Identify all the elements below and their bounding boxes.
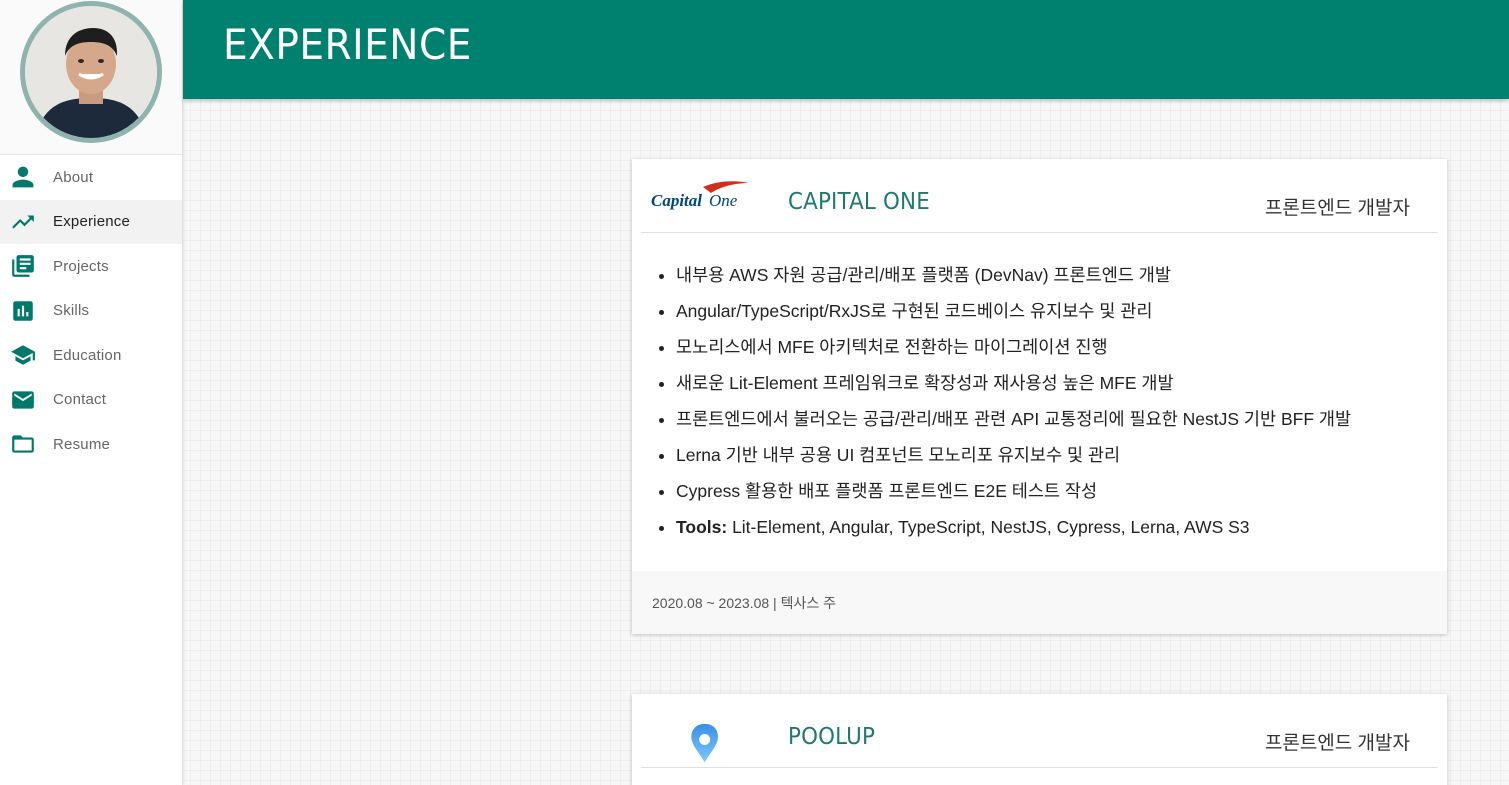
tools-item: Tools: Lit-Element, Angular, TypeScript,… bbox=[676, 509, 1447, 545]
card-footer: 2020.08 ~ 2023.08 | 텍사스 주 bbox=[632, 571, 1447, 634]
location-pin-icon bbox=[691, 723, 719, 763]
sidebar-item-projects[interactable]: Projects bbox=[0, 244, 182, 289]
school-icon bbox=[10, 342, 36, 368]
page-title: EXPERIENCE bbox=[223, 20, 472, 69]
sidebar-item-label: Contact bbox=[53, 391, 107, 409]
sidebar-item-label: Experience bbox=[53, 213, 131, 231]
avatar bbox=[20, 1, 162, 143]
card-header: Capital One CAPITAL ONE 프론트엔드 개발자 bbox=[641, 159, 1438, 233]
card-header: POOLUP 프론트엔드 개발자 bbox=[641, 694, 1438, 768]
svg-text:One: One bbox=[709, 191, 738, 210]
sidebar-item-label: Education bbox=[53, 346, 122, 364]
sidebar-item-resume[interactable]: Resume bbox=[0, 422, 182, 467]
tools-label: Tools: bbox=[676, 517, 728, 537]
list-item: 새로운 Lit-Element 프레임워크로 확장성과 재사용성 높은 MFE … bbox=[676, 365, 1447, 401]
list-item: 모노리스에서 MFE 아키텍처로 전환하는 마이그레이션 진행 bbox=[676, 329, 1447, 365]
person-icon bbox=[10, 164, 36, 190]
sidebar-item-skills[interactable]: Skills bbox=[0, 289, 182, 334]
sidebar-item-education[interactable]: Education bbox=[0, 333, 182, 378]
experience-card: Capital One CAPITAL ONE 프론트엔드 개발자 내부용 AW… bbox=[632, 159, 1447, 634]
tools-list: Lit-Element, Angular, TypeScript, NestJS… bbox=[727, 517, 1250, 537]
avatar-container bbox=[0, 0, 182, 155]
job-role: 프론트엔드 개발자 bbox=[1264, 733, 1410, 754]
list-item: Lerna 기반 내부 공용 UI 컴포넌트 모노리포 유지보수 및 관리 bbox=[676, 437, 1447, 473]
sidebar-item-experience[interactable]: Experience bbox=[0, 199, 182, 244]
date-location: 2020.08 ~ 2023.08 | 텍사스 주 bbox=[652, 594, 836, 611]
bar-chart-icon bbox=[10, 298, 36, 324]
company-logo: Capital One bbox=[651, 181, 749, 210]
sidebar-item-label: Skills bbox=[53, 302, 90, 320]
sidebar: About Experience Projects Skills Educati… bbox=[0, 0, 183, 785]
sidebar-item-contact[interactable]: Contact bbox=[0, 378, 182, 423]
folder-icon bbox=[10, 431, 36, 457]
avatar-photo bbox=[25, 6, 157, 138]
svg-text:Capital: Capital bbox=[651, 191, 702, 210]
responsibility-list: 내부용 AWS 자원 공급/관리/배포 플랫폼 (DevNav) 프론트엔드 개… bbox=[632, 233, 1447, 545]
company-name: POOLUP bbox=[788, 724, 876, 750]
sidebar-item-about[interactable]: About bbox=[0, 155, 182, 200]
sidebar-nav: About Experience Projects Skills Educati… bbox=[0, 155, 182, 467]
library-books-icon bbox=[10, 253, 36, 279]
list-item: 내부용 AWS 자원 공급/관리/배포 플랫폼 (DevNav) 프론트엔드 개… bbox=[676, 257, 1447, 293]
list-item: Cypress 활용한 배포 플랫폼 프론트엔드 E2E 테스트 작성 bbox=[676, 473, 1447, 509]
sidebar-item-label: About bbox=[53, 168, 94, 186]
list-item: Angular/TypeScript/RxJS로 구현된 코드베이스 유지보수 … bbox=[676, 293, 1447, 329]
sidebar-item-label: Resume bbox=[53, 435, 111, 453]
sidebar-item-label: Projects bbox=[53, 257, 109, 275]
experience-card: POOLUP 프론트엔드 개발자 bbox=[632, 694, 1447, 785]
mail-icon bbox=[10, 387, 36, 413]
job-role: 프론트엔드 개발자 bbox=[1264, 198, 1410, 219]
company-name: CAPITAL ONE bbox=[788, 189, 930, 215]
trending-up-icon bbox=[10, 209, 36, 235]
list-item: 프론트엔드에서 불러오는 공급/관리/배포 관련 API 교통정리에 필요한 N… bbox=[676, 401, 1447, 437]
page-header: EXPERIENCE bbox=[183, 0, 1509, 99]
